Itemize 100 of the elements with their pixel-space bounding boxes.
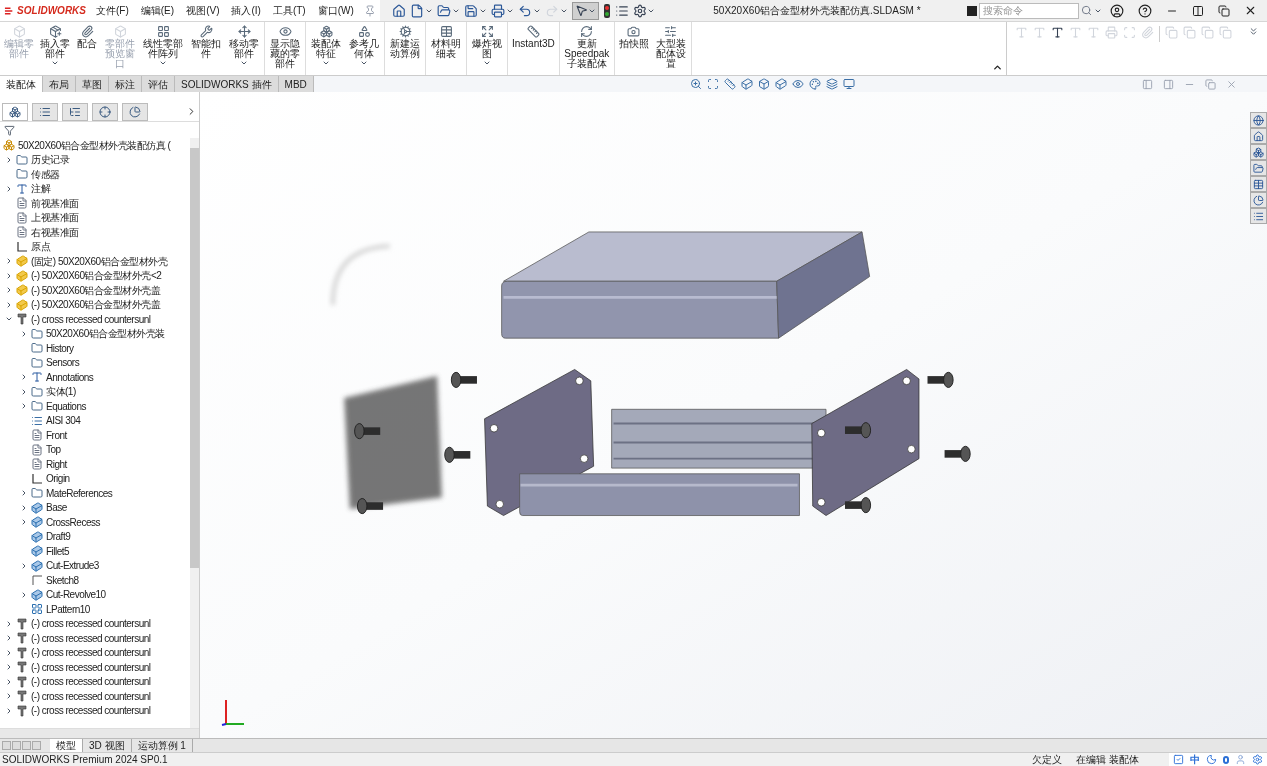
ribbon-button[interactable]: 参考几何体 bbox=[345, 22, 383, 75]
filter-icon[interactable] bbox=[4, 124, 15, 136]
caret-icon[interactable] bbox=[159, 59, 167, 67]
tree-item-label[interactable]: Cut-Extrude3 bbox=[46, 558, 99, 574]
menu-item[interactable]: 文件(F) bbox=[90, 3, 135, 18]
ribbon-button[interactable]: 配合 bbox=[73, 22, 101, 75]
print-icon[interactable] bbox=[490, 3, 505, 18]
ribbon-button[interactable]: 插入零部件 bbox=[37, 22, 73, 75]
task-pane-tab[interactable] bbox=[1250, 208, 1267, 224]
panel-tab[interactable] bbox=[122, 102, 148, 121]
caret-icon[interactable] bbox=[240, 59, 248, 67]
model-tab[interactable]: 模型 bbox=[50, 739, 83, 752]
more-icon[interactable] bbox=[1248, 26, 1259, 37]
panel-tab[interactable] bbox=[32, 102, 58, 121]
menu-item[interactable]: 编辑(E) bbox=[134, 3, 181, 18]
pointer-icon[interactable] bbox=[574, 4, 588, 17]
list-icon[interactable] bbox=[614, 3, 629, 18]
tree-item-label[interactable]: 50X20X60铝合金型材外壳装 bbox=[46, 326, 165, 342]
task-pane-tab[interactable] bbox=[1250, 160, 1267, 176]
tree-item-label[interactable]: 实体(1) bbox=[46, 384, 76, 400]
caret-icon[interactable] bbox=[322, 59, 330, 67]
ime-label[interactable]: 中 bbox=[1190, 752, 1200, 766]
tree-item-label[interactable]: 上视基准面 bbox=[31, 210, 79, 226]
menu-item[interactable]: 工具(T) bbox=[266, 3, 312, 18]
ribbon-tab[interactable]: 标注 bbox=[109, 76, 142, 92]
pin-icon[interactable] bbox=[363, 4, 376, 17]
tree-item-label[interactable]: Fillet5 bbox=[46, 543, 70, 559]
ribbon-button[interactable]: 智能扣件 bbox=[187, 22, 225, 75]
monitor-icon[interactable] bbox=[843, 78, 856, 90]
checkbox-icon[interactable] bbox=[1173, 754, 1184, 765]
ribbon-button[interactable]: 装配体特征 bbox=[307, 22, 345, 75]
tree-item-label[interactable]: (-) cross recessed countersunl bbox=[31, 703, 151, 719]
close-icon[interactable] bbox=[1244, 4, 1257, 17]
ribbon-tab[interactable]: 草图 bbox=[76, 76, 109, 92]
caret-icon[interactable] bbox=[483, 59, 491, 67]
zoom-icon[interactable] bbox=[690, 78, 703, 90]
ribbon-tab[interactable]: SOLIDWORKS 插件 bbox=[175, 76, 279, 92]
ribbon-tab[interactable]: 评估 bbox=[142, 76, 175, 92]
search-icon[interactable] bbox=[1081, 5, 1092, 16]
settings-icon[interactable] bbox=[632, 3, 647, 18]
tree-item-label[interactable]: 历史记录 bbox=[31, 152, 69, 168]
caret-icon[interactable] bbox=[51, 59, 59, 67]
new-file-icon[interactable] bbox=[409, 3, 424, 18]
tree-item-label[interactable]: 注解 bbox=[31, 181, 50, 197]
undo-icon[interactable] bbox=[517, 3, 532, 18]
ribbon-button[interactable]: 拍快照 bbox=[615, 22, 652, 75]
tree-item-label[interactable]: Sensors bbox=[46, 355, 80, 371]
home-icon[interactable] bbox=[391, 3, 406, 18]
tree-item-label[interactable]: Front bbox=[46, 427, 67, 443]
tree-item-label[interactable]: AISI 304 bbox=[46, 413, 81, 429]
tree-item-label[interactable]: Sketch8 bbox=[46, 572, 79, 588]
tree-item-label[interactable]: (-) cross recessed countersunl bbox=[31, 311, 151, 327]
menu-item[interactable]: 视图(V) bbox=[180, 3, 226, 18]
zoom-area-icon[interactable] bbox=[707, 78, 720, 90]
tree-item-label[interactable]: Base bbox=[46, 500, 67, 516]
help-icon[interactable] bbox=[1138, 3, 1152, 18]
ribbon-button[interactable]: Instant3D bbox=[509, 22, 558, 75]
tree-item-label[interactable]: (-) 50X20X60铝合金型材外壳盖 bbox=[31, 297, 161, 313]
tree-item-label[interactable]: (-) cross recessed countersunl bbox=[31, 659, 151, 675]
horizontal-scrollbar[interactable] bbox=[0, 728, 199, 738]
task-pane-tab[interactable] bbox=[1250, 112, 1267, 128]
ribbon-tab[interactable]: MBD bbox=[278, 76, 314, 92]
tree-item-label[interactable]: MateReferences bbox=[46, 485, 113, 501]
panel-tab[interactable] bbox=[92, 102, 118, 121]
ribbon-tab[interactable]: 装配体 bbox=[0, 76, 43, 92]
eye-icon[interactable] bbox=[792, 78, 805, 90]
save-icon[interactable] bbox=[463, 3, 478, 18]
tree-item-label[interactable]: Cut-Revolve10 bbox=[46, 587, 106, 603]
tree-item-label[interactable]: Top bbox=[46, 442, 61, 458]
menu-item[interactable]: 插入(I) bbox=[225, 3, 267, 18]
tree-item-label[interactable]: (-) cross recessed countersunl bbox=[31, 674, 151, 690]
tree-item-label[interactable]: History bbox=[46, 340, 74, 356]
caret-icon[interactable] bbox=[360, 59, 368, 67]
tree-item-label[interactable]: 50X20X60铝合金型材外壳装配仿真 ( bbox=[18, 138, 171, 153]
task-pane-tab[interactable] bbox=[1250, 144, 1267, 160]
tree-item-label[interactable]: (-) 50X20X60铝合金型材外壳<2 bbox=[31, 268, 162, 284]
collapse-ribbon-icon[interactable] bbox=[992, 62, 1003, 73]
tree-item-label[interactable]: (-) cross recessed countersunl bbox=[31, 645, 151, 661]
ribbon-button[interactable]: 显示隐藏的零部件 bbox=[266, 22, 304, 75]
restore-icon[interactable] bbox=[1218, 4, 1230, 17]
tree-item-label[interactable]: Equations bbox=[46, 398, 86, 414]
open-folder-icon[interactable] bbox=[436, 3, 451, 18]
panel-tab[interactable] bbox=[62, 102, 88, 121]
scrollbar-thumb[interactable] bbox=[190, 148, 199, 568]
task-pane-tab[interactable] bbox=[1250, 192, 1267, 208]
ribbon-button[interactable]: 更新Speedpak子装配体 bbox=[560, 22, 613, 75]
menu-item[interactable]: 窗口(W) bbox=[311, 3, 360, 18]
tree-item-label[interactable]: 前视基准面 bbox=[31, 195, 79, 211]
tree-item-label[interactable]: (-) cross recessed countersunl bbox=[31, 688, 151, 704]
task-pane-tab[interactable] bbox=[1250, 128, 1267, 144]
tree-item-label[interactable]: Draft9 bbox=[46, 529, 71, 545]
tree-item-label[interactable]: Origin bbox=[46, 471, 70, 487]
tree-item-label[interactable]: 传感器 bbox=[31, 166, 60, 182]
tree-item-label[interactable]: (-) cross recessed countersunl bbox=[31, 630, 151, 646]
moon-icon[interactable] bbox=[1206, 754, 1217, 765]
tree-item-label[interactable]: (固定) 50X20X60铝合金型材外壳 bbox=[31, 253, 168, 269]
tree-item-label[interactable]: 原点 bbox=[31, 239, 50, 255]
traffic-light-icon[interactable] bbox=[602, 3, 611, 18]
tree-item-label[interactable]: Annotations bbox=[46, 369, 94, 385]
tree-item-label[interactable]: (-) cross recessed countersunl bbox=[31, 616, 151, 632]
